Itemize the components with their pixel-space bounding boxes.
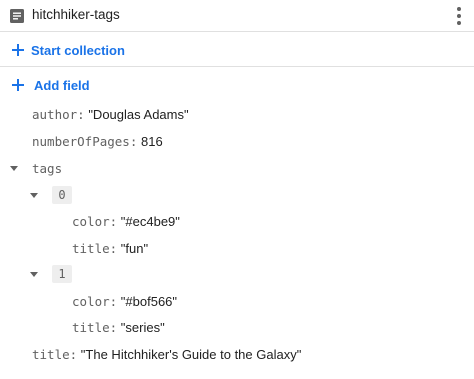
field-tags[interactable]: tags (32, 161, 62, 176)
field-tag-title[interactable]: title: "fun" (72, 241, 148, 256)
field-key: numberOfPages (32, 134, 130, 149)
field-value: "Douglas Adams" (88, 107, 189, 122)
array-index-chip: 1 (52, 265, 72, 283)
field-colon: : (109, 320, 118, 335)
field-value: 816 (141, 134, 163, 149)
field-tag-title[interactable]: title: "series" (72, 320, 165, 335)
add-icon (12, 79, 24, 91)
document-title: hitchhiker-tags (32, 7, 120, 22)
array-index-chip: 0 (52, 186, 72, 204)
document-header: hitchhiker-tags (0, 0, 474, 32)
field-key: color (72, 294, 110, 309)
field-key: title (72, 320, 110, 335)
field-key: color (72, 214, 110, 229)
start-collection-label: Start collection (31, 43, 125, 58)
expand-caret-icon[interactable] (10, 166, 18, 171)
field-colon: : (69, 347, 78, 362)
field-colon: : (129, 134, 138, 149)
add-icon (12, 44, 24, 56)
field-colon: : (109, 214, 118, 229)
field-key: author (32, 107, 78, 122)
field-tag-color[interactable]: color: "#ec4be9" (72, 214, 180, 229)
field-key: title (32, 347, 70, 362)
field-tag-color[interactable]: color: "#bof566" (72, 294, 177, 309)
expand-caret-icon[interactable] (30, 193, 38, 198)
more-vert-icon[interactable] (453, 6, 465, 26)
field-number-of-pages[interactable]: numberOfPages: 816 (32, 134, 163, 149)
expand-caret-icon[interactable] (30, 272, 38, 277)
field-author[interactable]: author: "Douglas Adams" (32, 107, 189, 122)
field-key: title (72, 241, 110, 256)
field-value: "#bof566" (120, 294, 178, 309)
field-colon: : (109, 241, 118, 256)
add-field-button[interactable]: Add field (0, 68, 474, 102)
field-colon: : (77, 107, 85, 122)
field-colon: : (109, 294, 118, 309)
field-value: "series" (120, 320, 165, 335)
field-key: tags (32, 161, 63, 176)
field-title[interactable]: title: "The Hitchhiker's Guide to the Ga… (32, 347, 301, 362)
field-value: "The Hitchhiker's Guide to the Galaxy" (80, 347, 302, 362)
field-value: "#ec4be9" (120, 214, 180, 229)
field-value: "fun" (120, 241, 149, 256)
start-collection-button[interactable]: Start collection (0, 33, 474, 67)
add-field-label: Add field (34, 78, 90, 93)
document-icon (10, 9, 24, 23)
